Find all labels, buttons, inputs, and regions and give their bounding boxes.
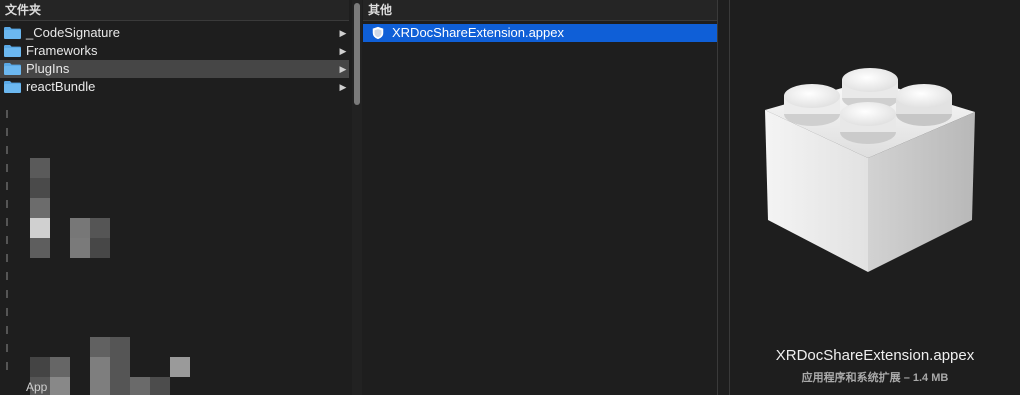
list-item-label: reactBundle [26, 79, 96, 94]
folder-icon [4, 81, 21, 93]
chevron-right-icon: ▶ [339, 64, 347, 74]
folder-icon [4, 45, 21, 57]
list-item-frameworks[interactable]: Frameworks ▶ [0, 42, 349, 60]
list-item-appex[interactable]: XRDocShareExtension.appex [363, 24, 717, 42]
scrollbar-thumb[interactable] [354, 3, 360, 105]
list-item-label: PlugIns [26, 61, 70, 76]
column-folders: 文件夹 _CodeSignature ▶ Frameworks ▶ PlugIn… [0, 0, 349, 395]
chevron-right-icon: ▶ [339, 82, 347, 92]
list-item-label: Frameworks [26, 43, 98, 58]
preview-description: 应用程序和系统扩展 – 1.4 MB [801, 372, 949, 384]
column-divider [717, 0, 718, 395]
folder-icon [4, 27, 21, 39]
preview-filename: XRDocShareExtension.appex [775, 347, 975, 364]
list-item-label: _CodeSignature [26, 25, 120, 40]
column-header: 文件夹 [0, 0, 349, 21]
chevron-right-icon: ▶ [339, 28, 347, 38]
list-item-codesignature[interactable]: _CodeSignature ▶ [0, 24, 349, 42]
obscured-text: App [26, 380, 48, 394]
chevron-right-icon: ▶ [339, 46, 347, 56]
list-item-reactbundle[interactable]: reactBundle ▶ [0, 78, 349, 96]
folder-icon [4, 63, 21, 75]
extension-shield-icon [372, 26, 384, 40]
lego-brick-extension-icon [765, 68, 975, 272]
list-item-plugins[interactable]: PlugIns ▶ [0, 60, 349, 78]
preview-pane: XRDocShareExtension.appex 应用程序和系统扩展 – 1.… [730, 0, 1020, 395]
column-header: 其他 [363, 0, 717, 21]
list-item-label: XRDocShareExtension.appex [392, 25, 564, 40]
column-others: 其他 XRDocShareExtension.appex [363, 0, 717, 395]
